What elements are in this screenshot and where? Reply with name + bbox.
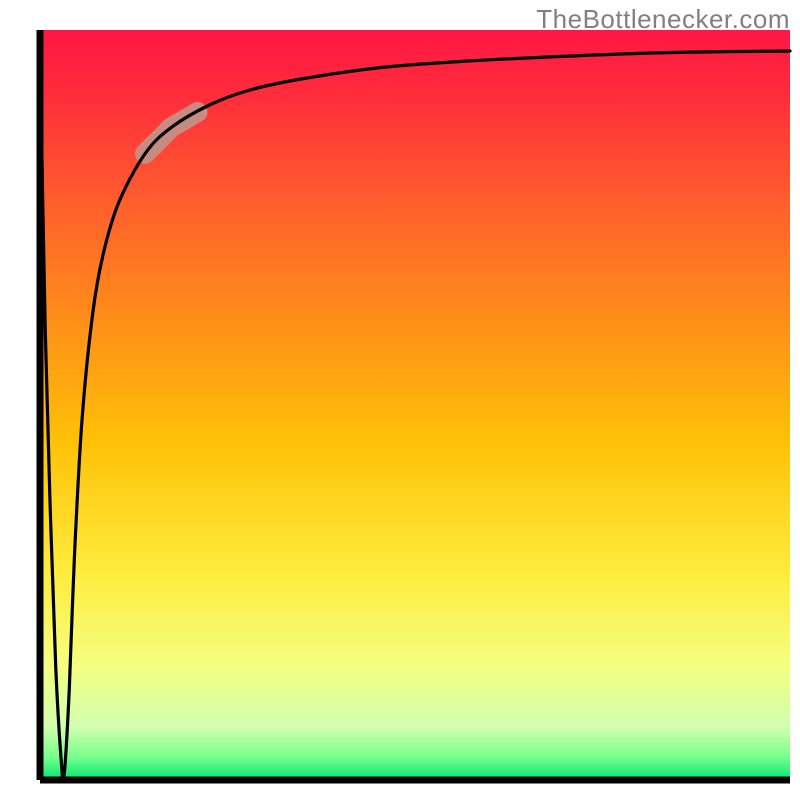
chart-svg	[0, 0, 800, 800]
watermark-label: TheBottlenecker.com	[536, 4, 790, 35]
chart-frame: TheBottlenecker.com	[0, 0, 800, 800]
